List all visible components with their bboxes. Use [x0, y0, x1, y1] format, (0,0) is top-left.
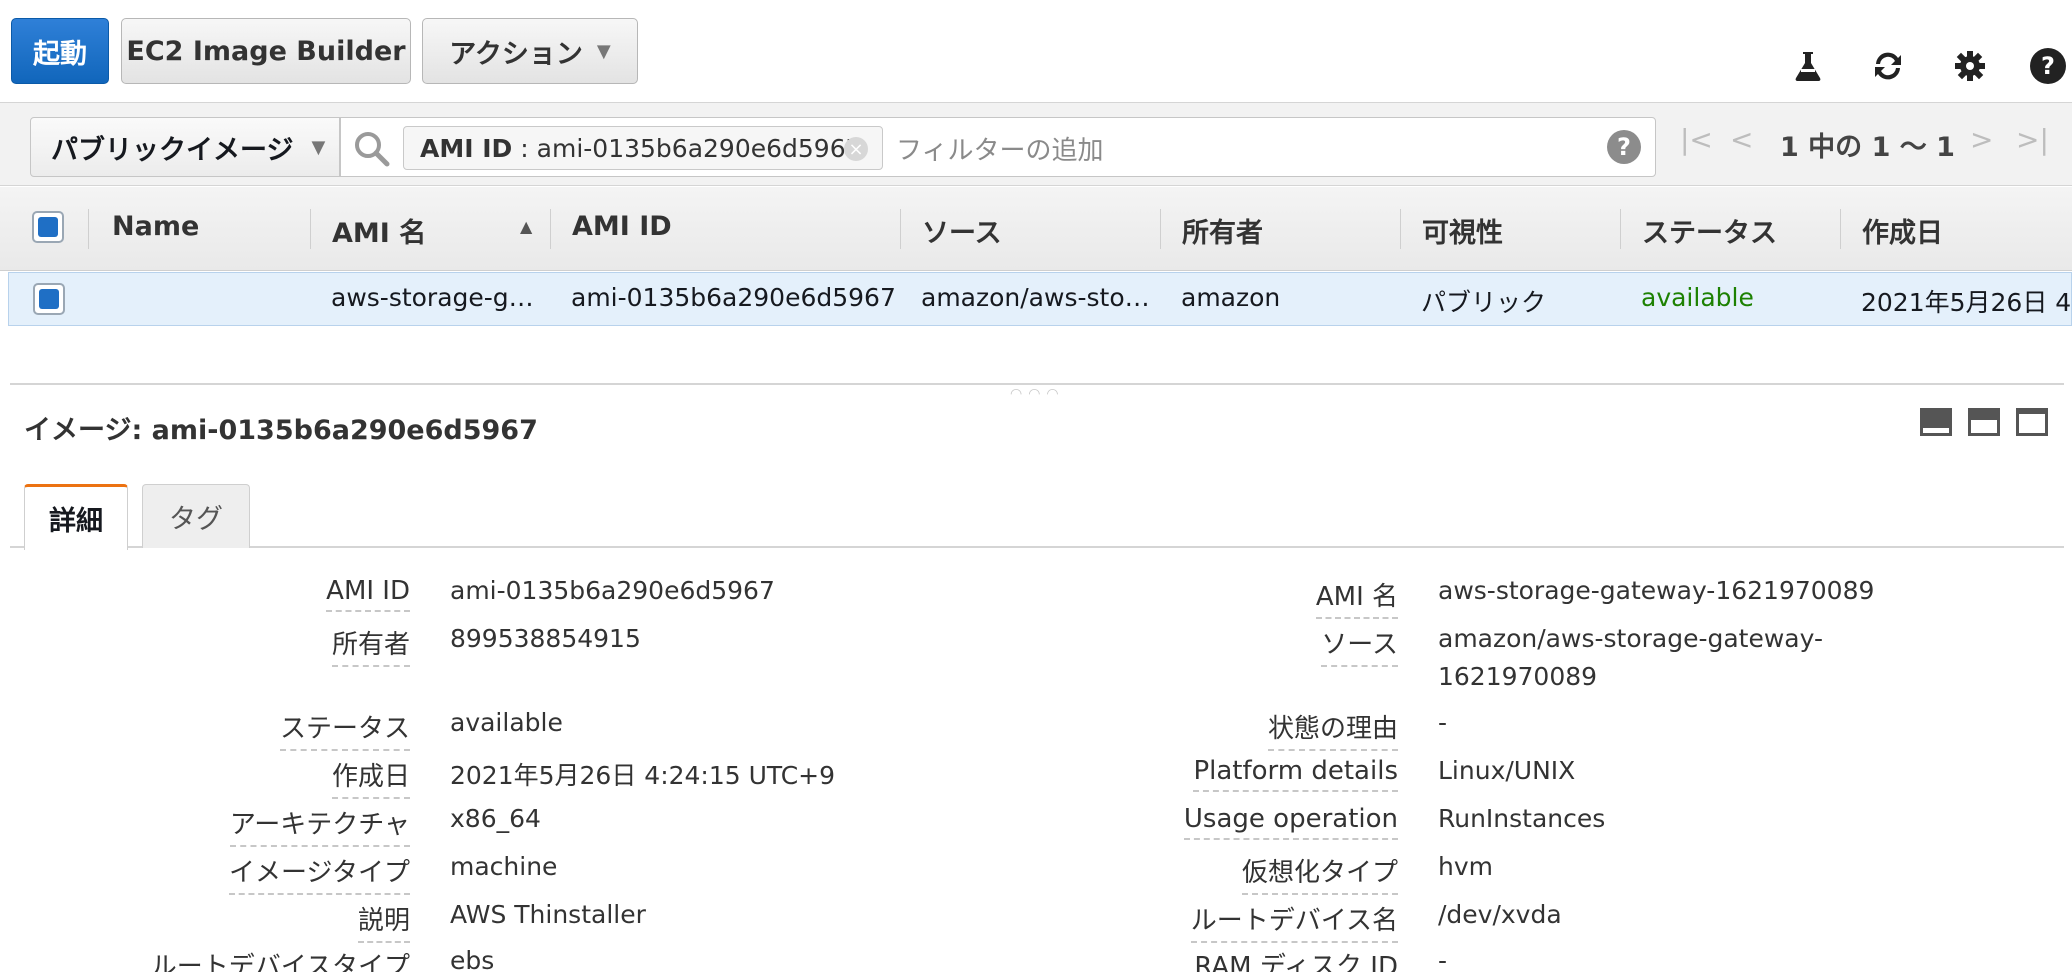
prev-page-icon[interactable]: < [1730, 123, 1753, 156]
label-root-device-type: ルートデバイスタイプ [151, 946, 410, 972]
label-ami-id: AMI ID [326, 576, 410, 612]
column-visibility[interactable]: 可視性 [1422, 211, 1503, 250]
label-owner: 所有者 [331, 624, 410, 667]
pane-size-medium-icon[interactable] [1968, 408, 2000, 436]
cell-created: 2021年5月26日 4: [1861, 288, 2072, 317]
value-root-device-name: /dev/xvda [1438, 900, 1562, 929]
value-virtualization-type: hvm [1438, 852, 1493, 881]
label-ram-disk-id: RAM ディスク ID [1194, 946, 1398, 972]
pane-size-large-icon[interactable] [2016, 408, 2048, 436]
tab-details[interactable]: 詳細 [24, 484, 128, 550]
sort-ascending-icon[interactable]: ▲ [520, 217, 532, 236]
cell-owner: amazon [1181, 283, 1281, 312]
label-status: ステータス [279, 708, 410, 751]
table-row[interactable]: aws-storage-g… ami-0135b6a290e6d5967 ama… [8, 272, 2072, 326]
label-description: 説明 [357, 900, 410, 943]
cell-source: amazon/aws-sto… [921, 283, 1150, 312]
filter-bar: パブリックイメージ ▼ AMI ID : ami-0135b6a290e6d59… [0, 102, 2072, 186]
label-root-device-name: ルートデバイス名 [1190, 900, 1398, 943]
actions-label: アクション [449, 38, 583, 70]
value-source: amazon/aws-storage-gateway- [1438, 624, 1823, 653]
value-usage-operation: RunInstances [1438, 804, 1606, 833]
last-page-icon[interactable]: >| [2016, 123, 2049, 156]
flask-icon[interactable] [1788, 46, 1828, 86]
column-source[interactable]: ソース [922, 211, 1002, 250]
detail-title: イメージ: ami-0135b6a290e6d5967 [24, 415, 538, 446]
next-page-icon[interactable]: > [1970, 123, 1993, 156]
label-usage-operation: Usage operation [1183, 804, 1398, 840]
label-created: 作成日 [331, 756, 410, 799]
launch-button[interactable]: 起動 [11, 18, 109, 84]
value-state-reason: - [1438, 708, 1448, 737]
search-input[interactable]: AMI ID : ami-0135b6a290e6d5967 × フィルターの追… [340, 117, 1656, 177]
label-image-type: イメージタイプ [229, 852, 410, 895]
value-created: 2021年5月26日 4:24:15 UTC+9 [450, 761, 836, 790]
row-checkbox[interactable] [33, 283, 65, 315]
visibility-select-label: パブリックイメージ [51, 134, 294, 166]
filter-token-value: : ami-0135b6a290e6d5967 [520, 133, 862, 163]
column-ami-name[interactable]: AMI 名 [332, 211, 426, 250]
tabs-divider [10, 546, 2064, 548]
table-header: Name AMI 名 ▲ AMI ID ソース 所有者 可視性 ステータス 作成… [0, 187, 2072, 271]
label-ami-name: AMI 名 [1315, 576, 1398, 619]
value-platform-details: Linux/UNIX [1438, 756, 1576, 785]
visibility-select[interactable]: パブリックイメージ ▼ [30, 117, 340, 177]
tab-tags[interactable]: タグ [142, 484, 250, 548]
label-architecture: アーキテクチャ [229, 804, 410, 847]
value-architecture: x86_64 [450, 804, 541, 833]
help-icon[interactable]: ? [2028, 46, 2068, 86]
gear-icon[interactable] [1950, 46, 1990, 86]
cell-status: available [1641, 283, 1754, 312]
pagination-text: 1 中の 1 〜 1 [1780, 132, 1955, 163]
search-icon [353, 130, 391, 172]
value-ami-name: aws-storage-gateway-1621970089 [1438, 576, 1875, 605]
value-owner: 899538854915 [450, 624, 641, 653]
first-page-icon[interactable]: |< [1680, 123, 1713, 156]
select-all-checkbox[interactable] [32, 211, 64, 243]
cell-ami-id: ami-0135b6a290e6d5967 [571, 283, 896, 312]
pane-divider[interactable] [10, 383, 2064, 385]
filter-help-icon[interactable]: ? [1607, 130, 1641, 164]
actions-dropdown[interactable]: アクション ▼ [422, 18, 638, 84]
cell-ami-name: aws-storage-g… [331, 283, 534, 312]
column-name[interactable]: Name [112, 211, 199, 242]
column-status[interactable]: ステータス [1642, 211, 1777, 250]
value-source-line2: 1621970089 [1438, 662, 1598, 691]
chevron-down-icon: ▼ [311, 136, 326, 158]
cell-visibility: パブリック [1421, 288, 1547, 317]
label-platform-details: Platform details [1193, 756, 1398, 792]
label-state-reason: 状態の理由 [1267, 708, 1398, 751]
column-ami-id[interactable]: AMI ID [572, 211, 672, 242]
value-root-device-type: ebs [450, 946, 495, 972]
value-image-type: machine [450, 852, 558, 881]
filter-placeholder: フィルターの追加 [896, 136, 1104, 166]
value-ami-id: ami-0135b6a290e6d5967 [450, 576, 775, 605]
column-created[interactable]: 作成日 [1862, 211, 1943, 250]
label-virtualization-type: 仮想化タイプ [1241, 852, 1398, 895]
refresh-icon[interactable] [1868, 46, 1908, 86]
filter-token[interactable]: AMI ID : ami-0135b6a290e6d5967 × [403, 126, 883, 170]
column-owner[interactable]: 所有者 [1182, 211, 1263, 250]
ec2-image-builder-button[interactable]: EC2 Image Builder [121, 18, 411, 84]
chevron-down-icon: ▼ [596, 40, 611, 62]
remove-token-icon[interactable]: × [844, 137, 868, 161]
resize-grip-icon[interactable]: ◠◠◠ [1010, 386, 1065, 402]
filter-token-key: AMI ID [420, 133, 513, 163]
value-ram-disk-id: - [1438, 946, 1448, 972]
value-description: AWS Thinstaller [450, 900, 646, 929]
pane-size-small-icon[interactable] [1920, 408, 1952, 436]
label-source: ソース [1321, 624, 1398, 667]
value-status: available [450, 708, 563, 737]
